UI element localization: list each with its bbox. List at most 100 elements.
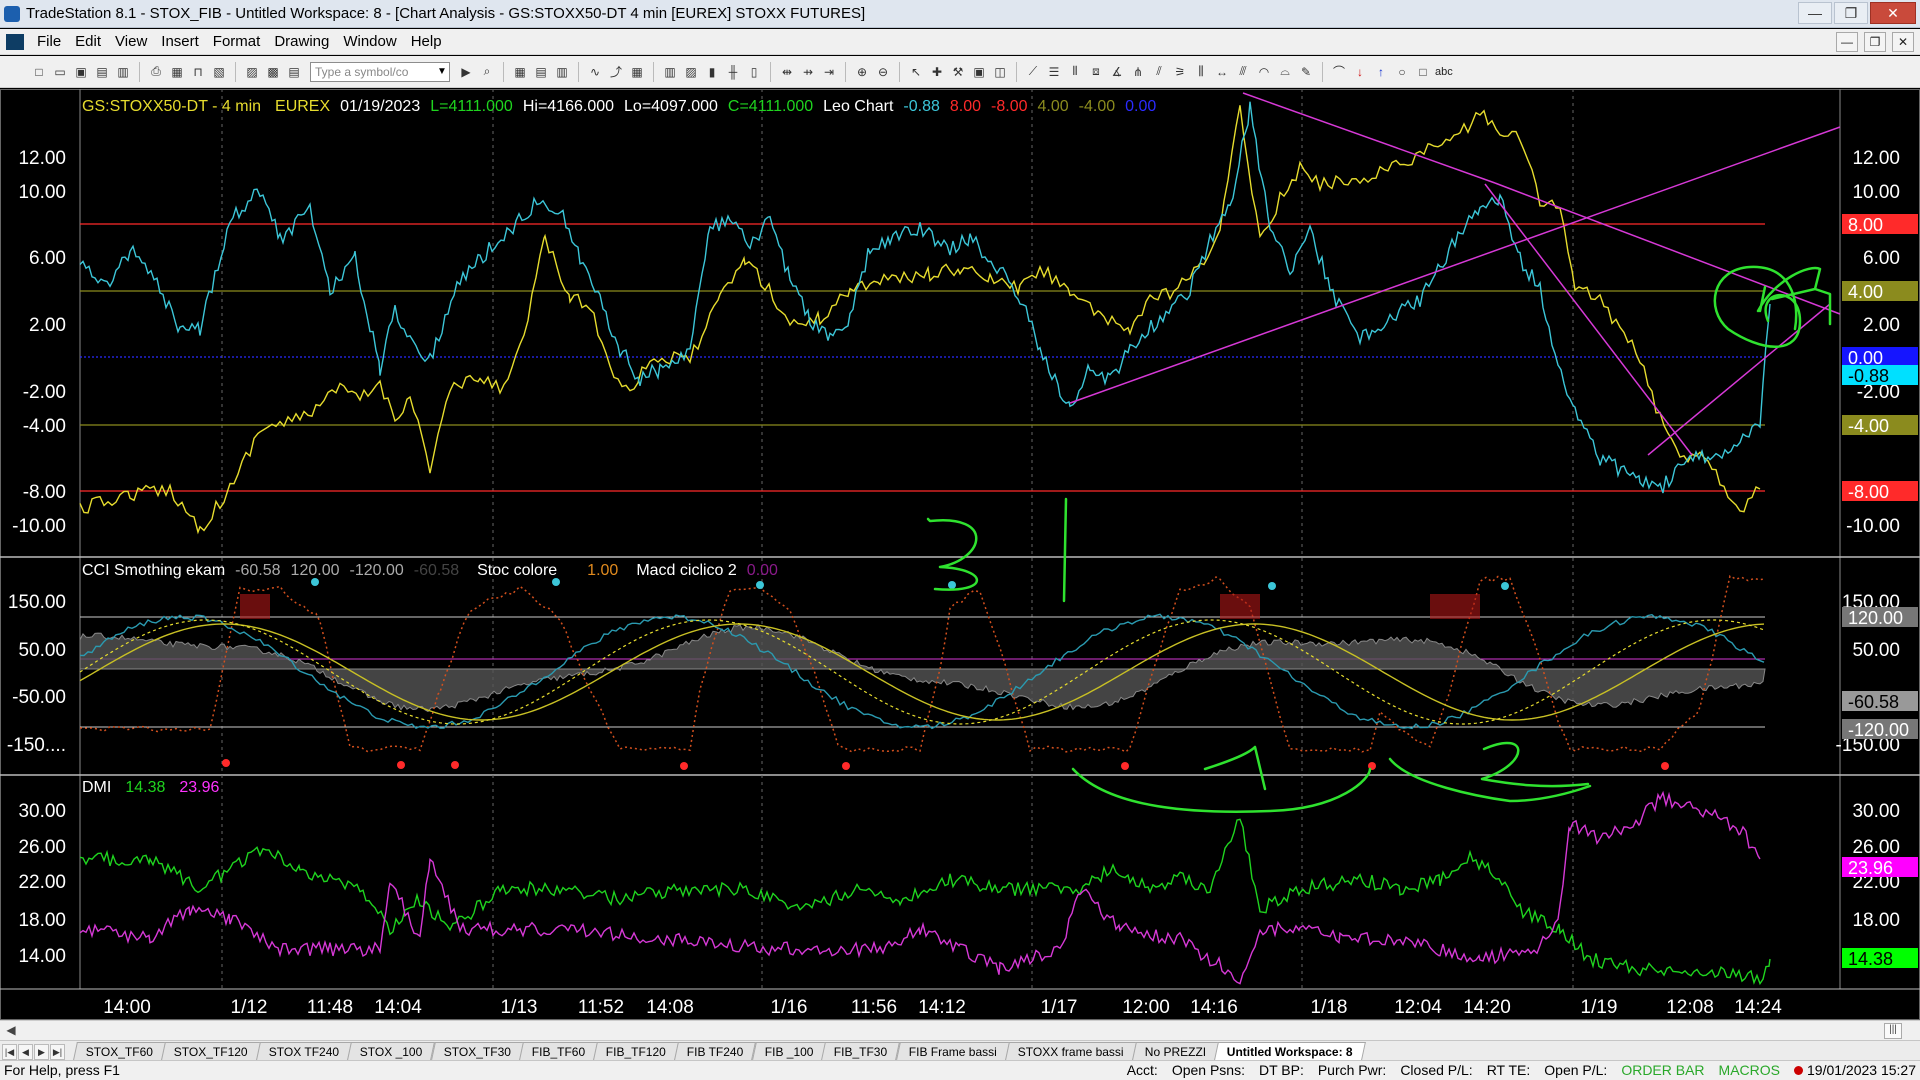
tab-8[interactable]: FIB _100: [751, 1042, 827, 1060]
channel-icon[interactable]: ⧈: [1087, 63, 1105, 81]
decrease-bar-spacing-icon[interactable]: ⇸: [799, 63, 817, 81]
matrix-icon[interactable]: ▤: [285, 63, 303, 81]
andrews-pitchfork-icon[interactable]: ⋔: [1129, 63, 1147, 81]
scroll-thumb[interactable]: |||: [1884, 1023, 1902, 1039]
freehand-icon[interactable]: ⌒: [1330, 63, 1348, 81]
ellipse-icon[interactable]: ○: [1393, 63, 1411, 81]
parallel-lines-icon[interactable]: ⫻: [1234, 63, 1252, 81]
scroll-right-icon[interactable]: ⇥: [820, 63, 838, 81]
bar-chart-icon[interactable]: ▥: [661, 63, 679, 81]
mdi-close-button[interactable]: ✕: [1892, 32, 1914, 52]
menu-window[interactable]: Window: [336, 29, 403, 55]
trendline-icon[interactable]: ⟋: [1024, 63, 1042, 81]
horizontal-line-icon[interactable]: ☰: [1045, 63, 1063, 81]
new-icon[interactable]: □: [30, 63, 48, 81]
menu-file[interactable]: File: [30, 29, 68, 55]
menu-insert[interactable]: Insert: [154, 29, 206, 55]
tab-prev-icon[interactable]: ◀: [18, 1044, 33, 1060]
print-preview-icon[interactable]: ▦: [168, 63, 186, 81]
gann-fan-icon[interactable]: ⚞: [1171, 63, 1189, 81]
save-workspace-icon[interactable]: ▥: [114, 63, 132, 81]
play-icon[interactable]: ▶: [457, 63, 475, 81]
delete-drawing-icon[interactable]: ◫: [991, 63, 1009, 81]
cycle-lines-icon[interactable]: ⌓: [1276, 63, 1294, 81]
vertical-line-icon[interactable]: ⦀: [1066, 63, 1084, 81]
tab-6[interactable]: FIB_TF120: [593, 1042, 680, 1060]
point-figure-icon[interactable]: ▯: [745, 63, 763, 81]
tab-9[interactable]: FIB_TF30: [821, 1042, 901, 1060]
tab-13[interactable]: Untitled Workspace: 8: [1214, 1042, 1366, 1060]
radar-screen-icon[interactable]: ▩: [264, 63, 282, 81]
menu-format[interactable]: Format: [206, 29, 268, 55]
format-analysis-icon[interactable]: ▤: [532, 63, 550, 81]
arrow-line-icon[interactable]: ↔: [1213, 63, 1231, 81]
maximize-button[interactable]: ❐: [1834, 2, 1868, 24]
minimize-button[interactable]: —: [1798, 2, 1832, 24]
open-workspace-icon[interactable]: ▣: [72, 63, 90, 81]
tab-next-icon[interactable]: ▶: [34, 1044, 49, 1060]
toolbar-separator: [503, 61, 504, 82]
copy-icon[interactable]: ▧: [210, 63, 228, 81]
tab-1[interactable]: STOX_TF120: [161, 1042, 261, 1060]
zoom-in-icon[interactable]: ⊕: [853, 63, 871, 81]
scroll-left-icon[interactable]: ◀: [4, 1023, 18, 1039]
tab-2[interactable]: STOX TF240: [256, 1042, 353, 1060]
line-chart-icon[interactable]: ▨: [682, 63, 700, 81]
chart-window-tool-icon[interactable]: ▨: [243, 63, 261, 81]
chart-area[interactable]: GS:STOXX50-DT - 4 min EUREX 01/19/2023 L=41…: [0, 89, 1920, 1020]
save-icon[interactable]: ▤: [93, 63, 111, 81]
data-window-icon[interactable]: ▥: [553, 63, 571, 81]
order-bar-button[interactable]: ORDER BAR: [1621, 1062, 1704, 1078]
tab-last-icon[interactable]: ▶|: [50, 1044, 65, 1060]
regression-channel-icon[interactable]: ⫼: [1192, 63, 1210, 81]
tab-4[interactable]: STOX_TF30: [430, 1042, 524, 1060]
chevron-down-icon[interactable]: ▼: [435, 66, 449, 77]
tab-11[interactable]: STOXX frame bassi: [1004, 1042, 1137, 1060]
bar-type-icon[interactable]: ╫: [724, 63, 742, 81]
x-tick: 11:52: [578, 997, 624, 1018]
pencil-icon[interactable]: ✎: [1297, 63, 1315, 81]
tab-10[interactable]: FIB Frame bassi: [895, 1042, 1010, 1060]
lock-icon[interactable]: ⊓: [189, 63, 207, 81]
candlestick-icon[interactable]: ▮: [703, 63, 721, 81]
tab-7[interactable]: FIB TF240: [674, 1042, 757, 1060]
rectangle-icon[interactable]: □: [1414, 63, 1432, 81]
chart-horizontal-scrollbar[interactable]: ◀ |||: [0, 1020, 1920, 1040]
speed-lines-icon[interactable]: ⫽: [1150, 63, 1168, 81]
arrow-up-icon[interactable]: ↑: [1372, 63, 1390, 81]
macros-button[interactable]: MACROS: [1719, 1062, 1780, 1078]
tools-icon[interactable]: ⚒: [949, 63, 967, 81]
tab-12[interactable]: No PREZZI: [1131, 1042, 1219, 1060]
drawing-objects-icon[interactable]: ▣: [970, 63, 988, 81]
chart-window-icon[interactable]: [6, 33, 24, 50]
zoom-out-icon[interactable]: ⊖: [874, 63, 892, 81]
menu-drawing[interactable]: Drawing: [267, 29, 336, 55]
insert-showme-icon[interactable]: ▦: [628, 63, 646, 81]
arrow-down-icon[interactable]: ↓: [1351, 63, 1369, 81]
symbol-input[interactable]: Type a symbol/co ▼: [310, 61, 450, 82]
insert-strategy-icon[interactable]: ⤴: [607, 63, 625, 81]
fib-arcs-icon[interactable]: ◠: [1255, 63, 1273, 81]
fib-retracement-icon[interactable]: ∡: [1108, 63, 1126, 81]
symbol-lookup-icon[interactable]: ⌕: [478, 63, 496, 81]
open-icon[interactable]: ▭: [51, 63, 69, 81]
close-button[interactable]: ✕: [1870, 2, 1916, 24]
print-icon[interactable]: ⎙: [147, 63, 165, 81]
text-tool-label[interactable]: abc: [1435, 66, 1453, 78]
mdi-minimize-button[interactable]: —: [1836, 32, 1858, 52]
format-window-icon[interactable]: ▦: [511, 63, 529, 81]
pointer-icon[interactable]: ↖: [907, 63, 925, 81]
tab-3[interactable]: STOX _100: [347, 1042, 436, 1060]
insert-indicator-icon[interactable]: ∿: [586, 63, 604, 81]
tab-5[interactable]: FIB_TF60: [518, 1042, 599, 1060]
tab-first-icon[interactable]: |◀: [2, 1044, 17, 1060]
chart-canvas[interactable]: GS:STOXX50-DT - 4 min EUREX 01/19/2023 L=41…: [0, 89, 1920, 1020]
mdi-restore-button[interactable]: ❐: [1864, 32, 1886, 52]
menu-help[interactable]: Help: [404, 29, 449, 55]
tab-0[interactable]: STOX_TF60: [73, 1042, 167, 1060]
increase-bar-spacing-icon[interactable]: ⇹: [778, 63, 796, 81]
menu-view[interactable]: View: [108, 29, 154, 55]
crosshair-icon[interactable]: ✚: [928, 63, 946, 81]
menu-edit[interactable]: Edit: [68, 29, 108, 55]
tab-label: FIB Frame bassi: [908, 1045, 997, 1059]
